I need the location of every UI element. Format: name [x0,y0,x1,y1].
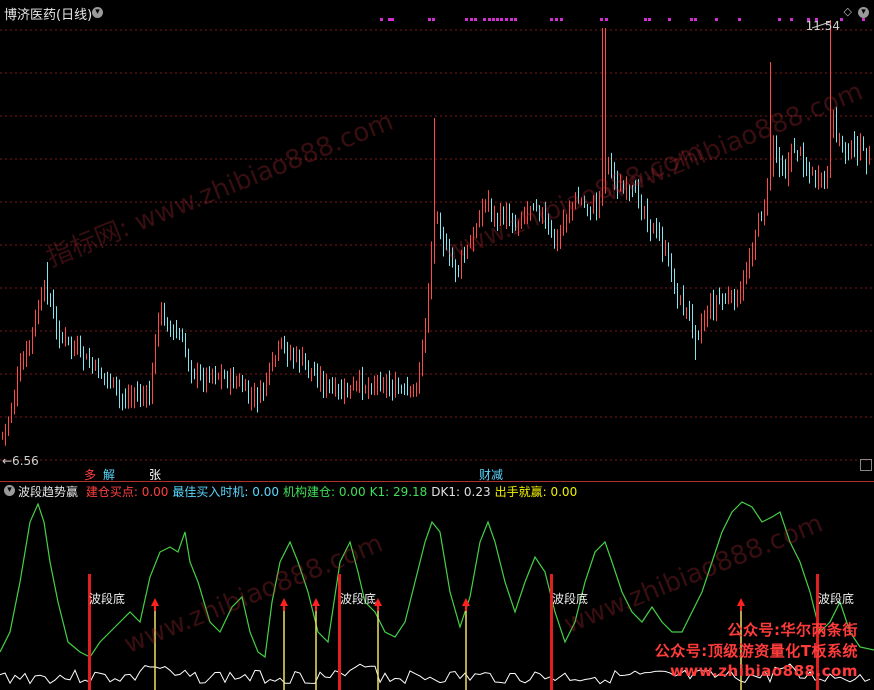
buy-arrow-shaft [740,605,742,611]
expand-icon[interactable] [860,459,872,471]
indicator-value: 机构建仓: 0.00 [283,485,366,499]
buy-arrow-shaft [315,605,317,611]
high-price-label: 11.54 [805,19,840,33]
signal-dot [432,18,435,21]
low-price-label: ←6.56 [2,454,39,468]
signal-dot [492,18,495,21]
chart-title: 博济医药(日线) [4,8,93,23]
signal-dot [840,18,843,21]
indicator-panel[interactable]: www.zhibiao888.com www.zhibiao888.com ▾ … [0,482,874,690]
signal-dot [505,18,508,21]
signal-dot [465,18,468,21]
signal-dot [510,18,513,21]
signal-dot [555,18,558,21]
signal-dot [778,18,781,21]
signal-dot [388,18,391,21]
indicator-value: DK1: 0.23 [431,485,491,499]
indicator-value: 出手就赢: 0.00 [494,485,578,499]
signal-dot [500,18,503,21]
promo-line: 公众号:华尔两条街 [727,621,858,639]
buy-arrow [737,598,745,606]
price-chart-panel[interactable]: 指标网: www.zhibiao888.com www.zhibiao888.c… [0,0,874,482]
signal-dot [560,18,563,21]
signal-dot [428,18,431,21]
signal-dot [690,18,693,21]
signal-dot [474,18,477,21]
signal-dot [694,18,697,21]
indicator-value: 最佳买入时机: 0.00 [172,485,279,499]
buy-arrow-shaft [377,605,379,611]
signal-dot [391,18,394,21]
signal-dot [648,18,651,21]
settings-icon[interactable]: ▾ [858,7,869,18]
signal-dot [483,18,486,21]
signal-dot [668,18,671,21]
indicator-value: K1: 29.18 [369,485,428,499]
signal-dot [605,18,608,21]
indicator-value: 建仓买点: 0.00 [85,485,169,499]
wave-bottom-label: 波段底 [552,592,589,606]
indicator-menu-icon[interactable]: ▾ [4,485,15,496]
wave-bottom-label: 波段底 [818,592,855,606]
buy-arrow [312,598,320,606]
signal-dot [488,18,491,21]
buy-arrow-shaft [465,605,467,611]
diamond-icon[interactable]: ◇ [844,5,852,18]
signal-dot [738,18,741,21]
signal-dot [600,18,603,21]
signal-dot [715,18,718,21]
buy-arrow-shaft [154,605,156,611]
wave-bottom-label: 波段底 [340,592,377,606]
signal-dot [550,18,553,21]
dropdown-icon[interactable]: ▾ [92,7,103,18]
signal-dot [470,18,473,21]
signal-dot [514,18,517,21]
signal-dot [380,18,383,21]
indicator-legend: 波段趋势赢 建仓买点: 0.00 最佳买入时机: 0.00 机构建仓: 0.00 K1… [18,483,581,500]
signal-dot [790,18,793,21]
signal-dot [496,18,499,21]
promo-line: www.zhibiao888.com [669,662,858,680]
promo-line: 公众号:顶级游资量化T板系统 [654,642,858,660]
buy-arrow [151,598,159,606]
signal-dot [862,18,865,21]
indicator-name: 波段趋势赢 [18,485,79,499]
signal-dot [644,18,647,21]
wave-bottom-label: 波段底 [89,592,126,606]
buy-arrow-shaft [283,605,285,611]
